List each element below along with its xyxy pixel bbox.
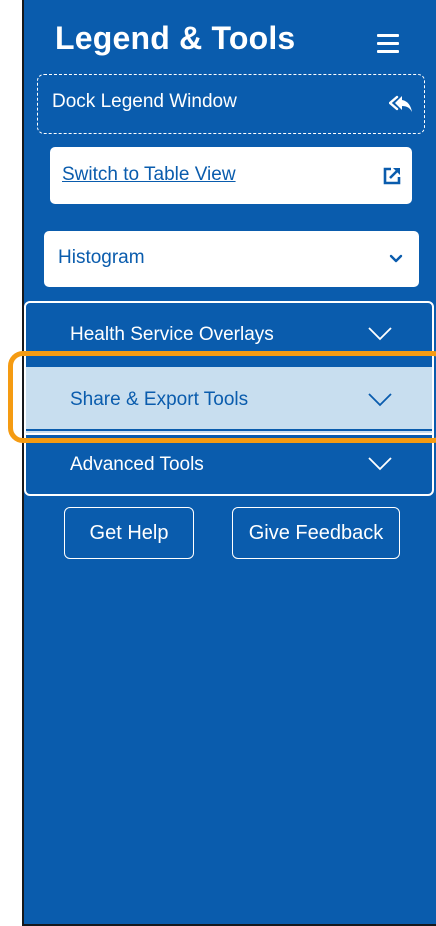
chart-type-selected-value: Histogram [58,247,145,268]
accordion-item-share-export-tools[interactable]: Share & Export Tools [26,367,432,433]
accordion-item-label: Share & Export Tools [70,389,249,410]
switch-to-table-view-link[interactable]: Switch to Table View [62,164,236,186]
window-left-border [22,0,24,926]
chevron-down-icon [368,393,392,407]
chevron-down-icon [389,254,403,263]
give-feedback-button[interactable]: Give Feedback [232,507,400,559]
chart-type-select[interactable]: Histogram [44,231,419,287]
dock-legend-window-button[interactable]: Dock Legend Window [37,74,425,134]
dock-arrow-icon [389,95,412,112]
panel-title: Legend & Tools [55,20,296,56]
accordion-item-advanced-tools[interactable]: Advanced Tools [26,435,432,494]
hamburger-menu-icon[interactable] [376,32,400,54]
get-help-button[interactable]: Get Help [64,507,194,559]
accordion-item-label: Health Service Overlays [70,324,274,345]
legend-tools-panel: Legend & Tools Dock Legend Window Switch… [24,0,436,926]
accordion-item-health-service-overlays[interactable]: Health Service Overlays [26,303,432,367]
external-link-icon [383,167,401,185]
panel-header: Legend & Tools [24,0,436,80]
chevron-down-icon [368,327,392,341]
tools-accordion: Health Service Overlays Share & Export T… [24,301,434,496]
chevron-down-icon [368,457,392,471]
accordion-item-label: Advanced Tools [70,454,204,475]
active-item-underline [26,429,432,431]
dock-legend-label: Dock Legend Window [52,91,237,112]
switch-to-table-view-button[interactable]: Switch to Table View [50,147,412,204]
